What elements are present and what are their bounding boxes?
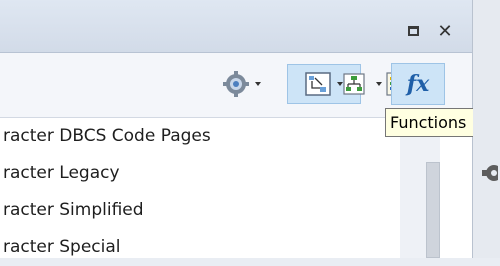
close-icon: ✕ xyxy=(437,21,453,42)
list-item[interactable]: racter Simplified xyxy=(0,192,420,229)
hierarchy-view-button[interactable] xyxy=(331,64,377,104)
chevron-down-icon xyxy=(376,82,382,86)
settings-dropdown-button[interactable] xyxy=(213,64,271,104)
restore-icon xyxy=(407,26,419,36)
list-item[interactable]: racter Legacy xyxy=(0,155,420,192)
list-item[interactable]: racter Special xyxy=(0,229,420,266)
chevron-down-icon xyxy=(255,82,261,86)
fx-icon: fx xyxy=(406,71,430,97)
close-button[interactable]: ✕ xyxy=(437,21,453,42)
character-set-list: racter DBCS Code Pages racter Legacy rac… xyxy=(0,118,420,266)
panel-title-bar: ✕ xyxy=(0,0,472,53)
functions-button[interactable]: fx xyxy=(391,63,445,105)
gear-icon xyxy=(223,71,249,97)
adjacent-panel-edge xyxy=(473,0,500,258)
scrollbar-thumb[interactable] xyxy=(426,162,440,258)
gear-icon xyxy=(482,165,498,181)
restore-button[interactable] xyxy=(405,24,421,40)
diagram-icon xyxy=(305,72,331,96)
hierarchy-icon xyxy=(343,73,365,95)
list-item[interactable]: racter DBCS Code Pages xyxy=(0,118,420,155)
